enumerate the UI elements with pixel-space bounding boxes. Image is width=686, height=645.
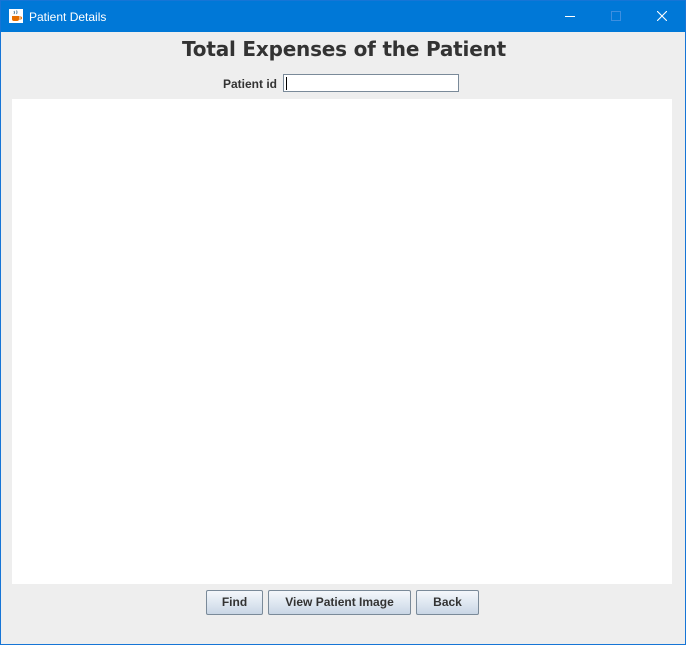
patient-id-label: Patient id — [222, 77, 277, 91]
find-button[interactable]: Find — [206, 590, 263, 615]
maximize-button[interactable] — [593, 1, 639, 32]
title-bar[interactable]: Patient Details — [1, 1, 685, 32]
page-title: Total Expenses of the Patient — [182, 37, 506, 61]
back-button[interactable]: Back — [416, 590, 479, 615]
patient-id-input[interactable] — [283, 74, 459, 92]
view-patient-image-button[interactable]: View Patient Image — [268, 590, 411, 615]
maximize-icon — [611, 11, 621, 21]
patient-details-window: Patient Details Total Expenses of the Pa… — [0, 0, 686, 645]
close-icon — [657, 11, 667, 21]
minimize-icon — [565, 16, 575, 17]
text-caret — [286, 77, 287, 90]
close-button[interactable] — [639, 1, 685, 32]
window-title: Patient Details — [29, 10, 107, 24]
java-cup-icon — [9, 9, 23, 23]
minimize-button[interactable] — [547, 1, 593, 32]
expenses-panel — [12, 99, 672, 584]
